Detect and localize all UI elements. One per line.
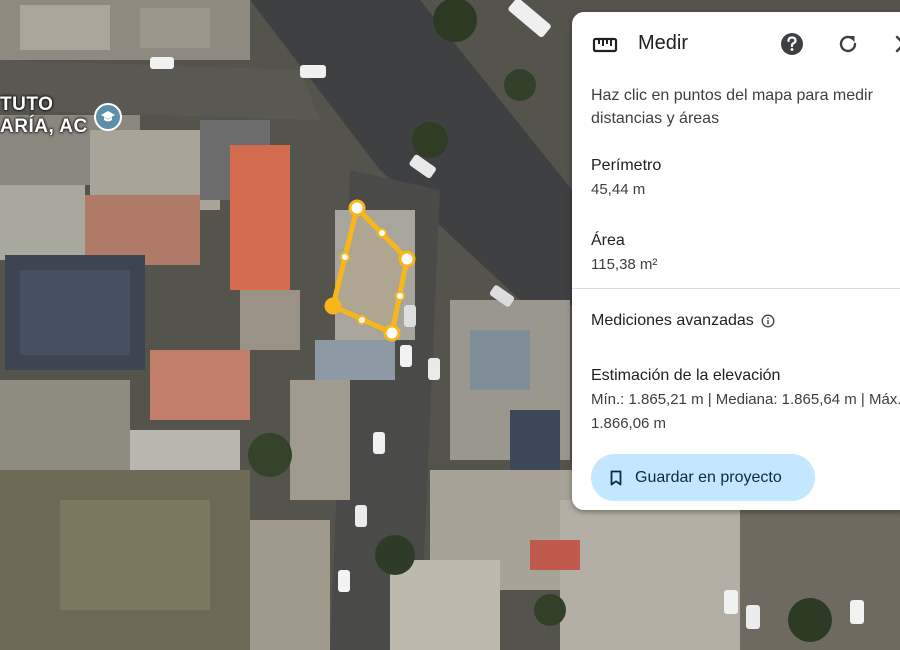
- area-value: 115,38 m²: [591, 256, 658, 273]
- panel-header: Medir: [572, 12, 900, 76]
- elevation-label: Estimación de la elevación: [591, 367, 781, 384]
- info-icon[interactable]: [761, 314, 775, 328]
- school-icon[interactable]: [94, 103, 122, 131]
- ruler-icon: [592, 37, 618, 53]
- bookmark-icon: [610, 470, 622, 485]
- save-button-label: Guardar en proyecto: [635, 468, 782, 486]
- divider: [572, 288, 900, 289]
- area-label: Área: [591, 232, 625, 249]
- measure-vertex: [324, 297, 342, 315]
- close-icon[interactable]: [890, 30, 900, 58]
- perimeter-label: Perímetro: [591, 157, 662, 174]
- measure-vertex: [383, 324, 401, 342]
- instruction-text: Haz clic en puntos del mapa para medir d…: [591, 87, 873, 127]
- measure-vertex: [398, 250, 416, 268]
- elevation-value: Mín.: 1.865,21 m | Mediana: 1.865,64 m |…: [591, 391, 900, 432]
- measure-panel: Medir Haz clic en puntos del mapa para m…: [572, 12, 900, 510]
- measure-midpoint: [340, 252, 350, 262]
- advanced-measurements[interactable]: Mediciones avanzadas: [591, 312, 775, 330]
- panel-title: Medir: [638, 32, 689, 54]
- help-icon[interactable]: [778, 30, 806, 58]
- advanced-label: Mediciones avanzadas: [591, 312, 754, 329]
- measure-midpoint: [377, 228, 387, 238]
- measure-vertex: [348, 199, 366, 217]
- measure-midpoint: [357, 315, 367, 325]
- refresh-icon[interactable]: [834, 30, 862, 58]
- poi-label-line1: TUTO: [0, 94, 54, 115]
- poi-label-line2: ARÍA, AC: [0, 116, 88, 137]
- perimeter-value: 45,44 m: [591, 181, 646, 198]
- save-to-project-button[interactable]: Guardar en proyecto: [591, 454, 815, 501]
- poi-label[interactable]: TUTO ARÍA, AC: [0, 94, 88, 138]
- measure-midpoint: [395, 291, 405, 301]
